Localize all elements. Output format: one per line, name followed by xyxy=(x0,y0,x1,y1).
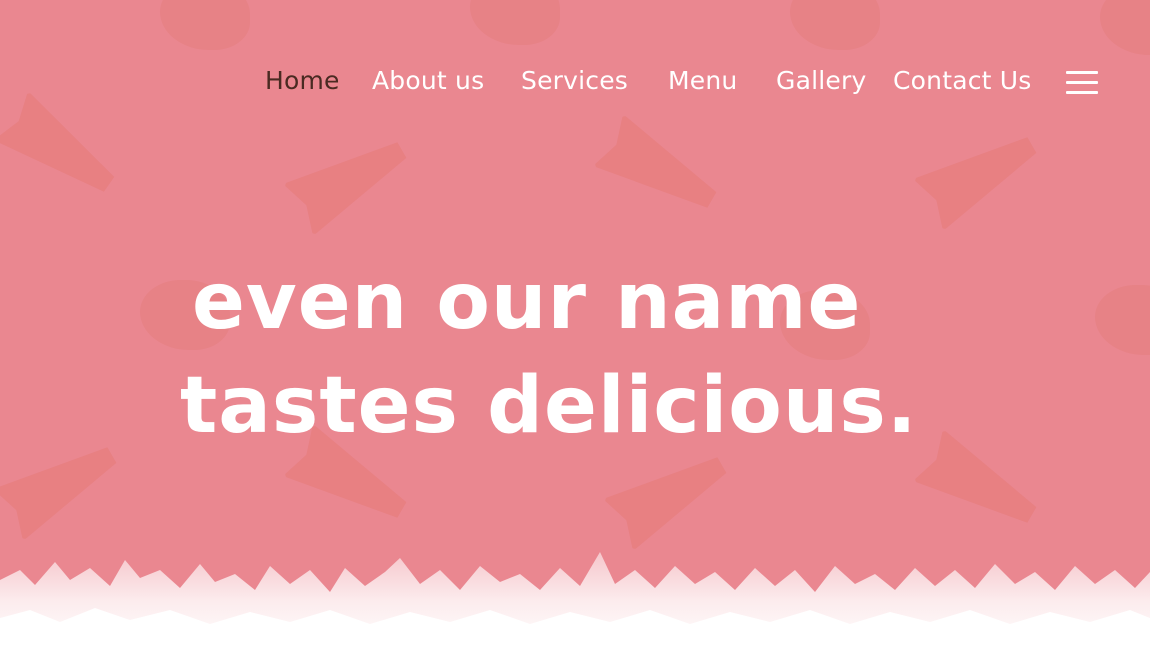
headline-line-2: tastes delicious. xyxy=(180,361,918,451)
nav-link-menu[interactable]: Menu xyxy=(668,62,737,100)
nav-link-services[interactable]: Services xyxy=(521,62,628,100)
nav-link-about-us[interactable]: About us xyxy=(372,62,484,100)
frosting-divider xyxy=(0,552,1150,650)
nav-link-contact-us[interactable]: Contact Us xyxy=(893,62,1032,100)
hero-section: Home About us Services Menu Gallery Cont… xyxy=(0,0,1150,650)
main-nav: Home About us Services Menu Gallery Cont… xyxy=(0,62,1150,102)
hero-headline: Even our name tastes delicious. xyxy=(180,250,940,458)
nav-link-gallery[interactable]: Gallery xyxy=(776,62,866,100)
headline-line-1: Even our name xyxy=(192,257,862,347)
nav-link-home[interactable]: Home xyxy=(265,62,340,100)
hamburger-menu-icon[interactable] xyxy=(1066,71,1098,95)
